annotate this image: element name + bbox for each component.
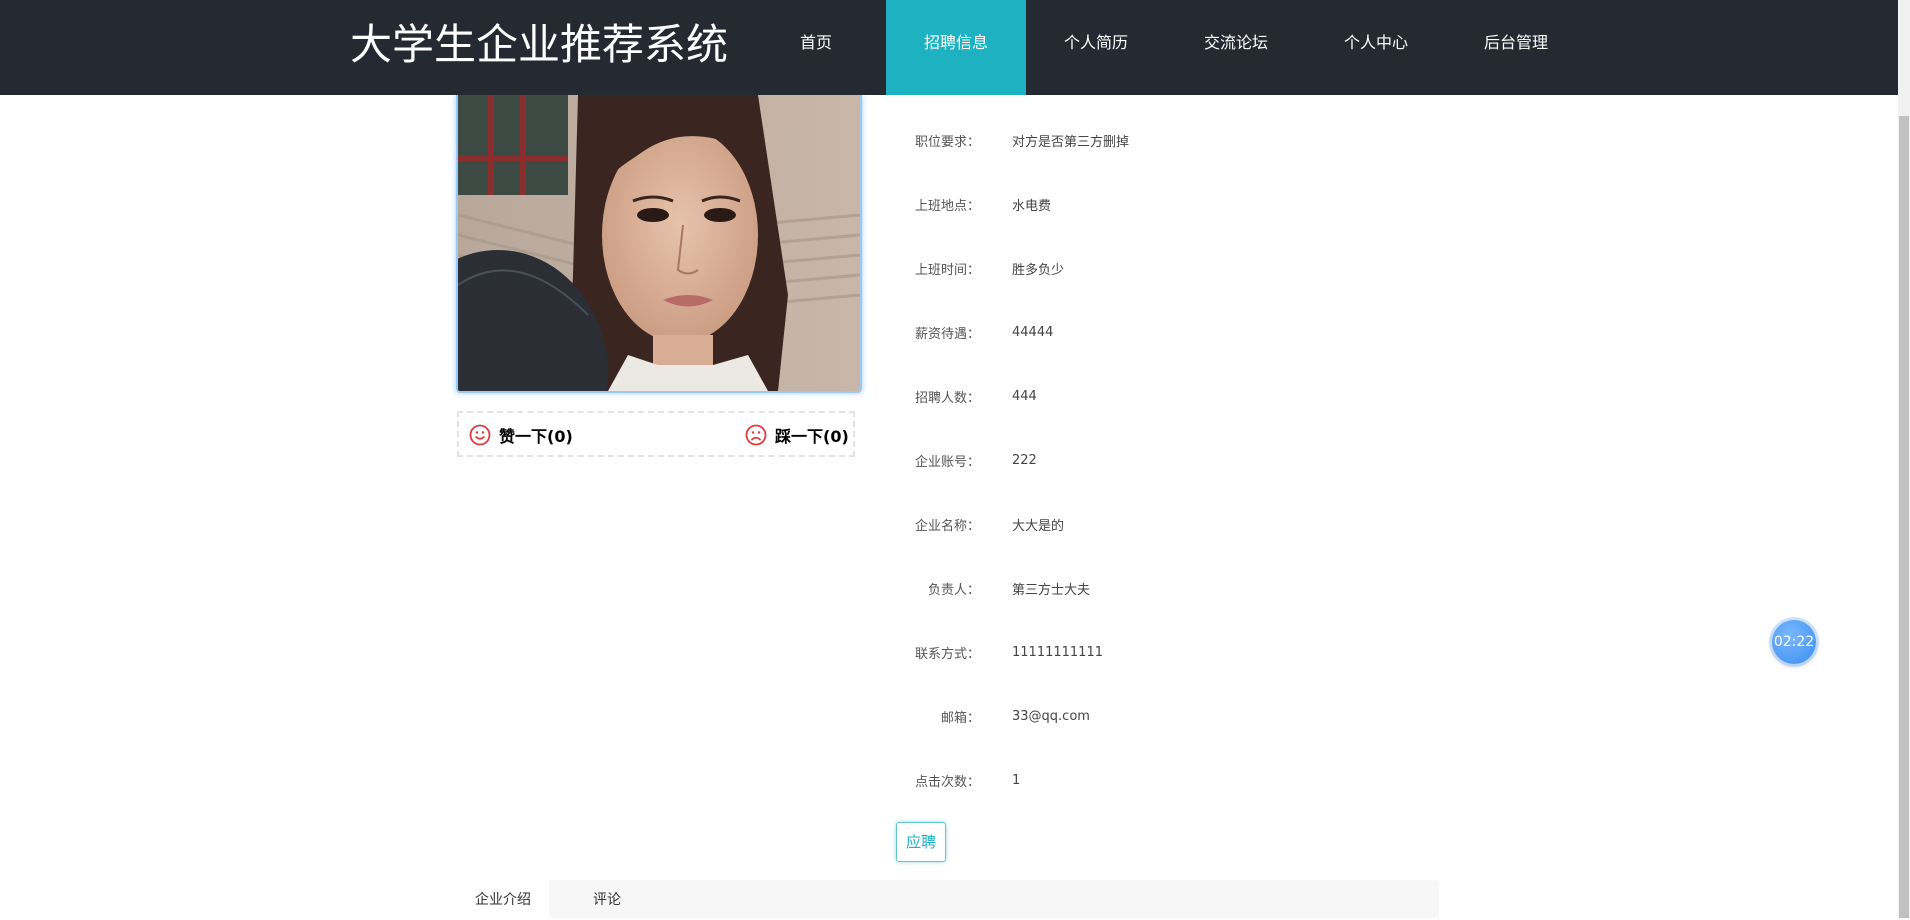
apply-button[interactable]: 应聘 xyxy=(896,822,946,862)
detail-label: 上班地点： xyxy=(914,198,980,214)
detail-row-salary: 薪资待遇： 44444 xyxy=(880,320,1053,344)
detail-row-company-account: 企业账号： 222 xyxy=(880,448,1037,472)
site-title: 大学生企业推荐系统 xyxy=(350,20,729,69)
detail-row-contact-person: 负责人： 第三方士大夫 xyxy=(880,576,1090,600)
page-scrollbar-thumb[interactable] xyxy=(1899,116,1909,918)
detail-value: 胜多负少 xyxy=(1012,262,1065,278)
detail-row-email: 邮箱： 33@qq.com xyxy=(880,704,1090,728)
detail-value: 222 xyxy=(1012,452,1037,468)
main-nav: 首页 招聘信息 个人简历 交流论坛 个人中心 后台管理 xyxy=(746,0,1586,95)
top-navbar: 大学生企业推荐系统 首页 招聘信息 个人简历 交流论坛 个人中心 后台管理 xyxy=(0,0,1898,95)
detail-label: 邮箱： xyxy=(940,710,980,726)
detail-value: 444 xyxy=(1012,388,1037,404)
detail-label: 联系方式： xyxy=(914,646,980,662)
dislike-button[interactable]: 踩一下(0) xyxy=(745,424,849,446)
nav-item-recruitment[interactable]: 招聘信息 xyxy=(886,0,1026,95)
detail-value: 11111111111 xyxy=(1012,644,1103,660)
detail-label: 职位要求： xyxy=(914,134,980,150)
detail-label: 上班时间： xyxy=(914,262,980,278)
detail-row-phone: 联系方式： 11111111111 xyxy=(880,640,1103,664)
detail-label: 企业账号： xyxy=(914,454,980,470)
tab-company-intro[interactable]: 企业介绍 xyxy=(457,880,549,918)
smile-icon xyxy=(469,424,491,446)
tab-bar: 企业介绍 评论 xyxy=(457,880,1439,918)
detail-row-headcount: 招聘人数： 444 xyxy=(880,384,1037,408)
detail-value: 第三方士大夫 xyxy=(1012,582,1091,598)
detail-label: 薪资待遇： xyxy=(914,326,980,342)
like-label: 赞一下(0) xyxy=(499,427,573,446)
detail-row-click-count: 点击次数： 1 xyxy=(880,768,1020,792)
vote-panel: 赞一下(0) 踩一下(0) xyxy=(457,411,855,457)
detail-value: 33@qq.com xyxy=(1012,708,1090,724)
detail-row-requirements: 职位要求： 对方是否第三方删掉 xyxy=(880,128,1129,152)
portrait-photo xyxy=(458,95,860,391)
detail-label: 负责人： xyxy=(927,582,980,598)
job-photo xyxy=(456,95,862,393)
detail-row-company-name: 企业名称： 大大是的 xyxy=(880,512,1064,536)
detail-label: 企业名称： xyxy=(914,518,980,534)
detail-value: 对方是否第三方删掉 xyxy=(1012,134,1130,150)
floating-timer-badge[interactable]: 02:22 xyxy=(1772,620,1816,664)
detail-value: 大大是的 xyxy=(1012,518,1065,534)
frown-icon xyxy=(745,424,767,446)
dislike-label: 踩一下(0) xyxy=(775,427,849,446)
detail-label: 点击次数： xyxy=(914,774,980,790)
detail-row-work-hours: 上班时间： 胜多负少 xyxy=(880,256,1064,280)
detail-row-location: 上班地点： 水电费 xyxy=(880,192,1051,216)
detail-label: 招聘人数： xyxy=(914,390,980,406)
like-button[interactable]: 赞一下(0) xyxy=(469,424,573,446)
detail-value: 44444 xyxy=(1012,324,1054,340)
nav-item-admin[interactable]: 后台管理 xyxy=(1446,0,1586,95)
tab-comments[interactable]: 评论 xyxy=(557,880,657,918)
nav-item-forum[interactable]: 交流论坛 xyxy=(1166,0,1306,95)
nav-item-home[interactable]: 首页 xyxy=(746,0,886,95)
nav-item-personal-center[interactable]: 个人中心 xyxy=(1306,0,1446,95)
nav-item-resume[interactable]: 个人简历 xyxy=(1026,0,1166,95)
detail-value: 1 xyxy=(1012,772,1021,788)
detail-value: 水电费 xyxy=(1012,198,1052,214)
